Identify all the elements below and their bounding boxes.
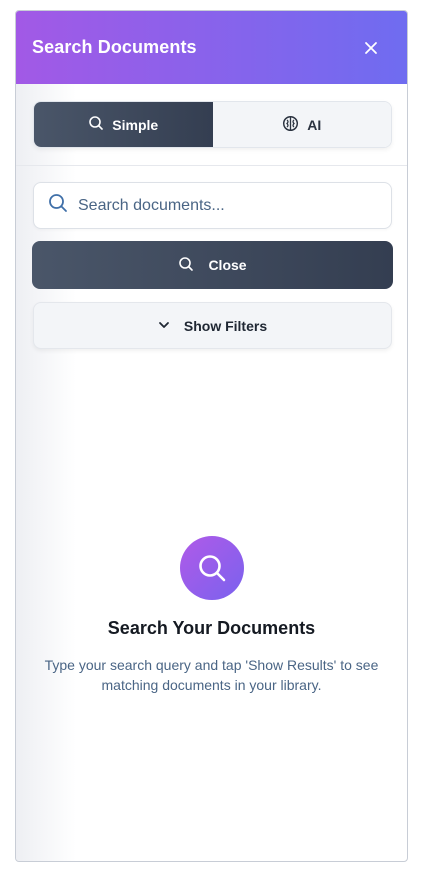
- empty-state-description: Type your search query and tap 'Show Res…: [44, 657, 379, 693]
- empty-state: Search Your Documents Type your search q…: [16, 536, 407, 695]
- search-input-container: [33, 182, 392, 229]
- tab-ai[interactable]: AI: [212, 102, 391, 147]
- search-icon: [88, 115, 104, 134]
- close-button[interactable]: Close: [32, 241, 393, 289]
- tab-ai-label: AI: [307, 116, 322, 133]
- empty-state-title: Search Your Documents: [107, 618, 316, 638]
- search-mode-tabs: Simple AI: [33, 101, 392, 148]
- chevron-down-icon: [158, 318, 170, 334]
- search-icon: [179, 536, 244, 600]
- show-filters-label: Show Filters: [183, 317, 268, 334]
- panel-header: Search Documents: [16, 11, 407, 84]
- close-icon[interactable]: [361, 38, 381, 58]
- close-button-label: Close: [208, 257, 247, 273]
- tab-simple[interactable]: Simple: [34, 102, 213, 147]
- search-input[interactable]: [78, 196, 377, 215]
- tab-simple-label: Simple: [112, 116, 159, 133]
- search-icon: [178, 256, 194, 275]
- show-filters-button[interactable]: Show Filters: [33, 302, 392, 349]
- search-icon: [48, 193, 68, 218]
- search-documents-panel: Search Documents Simple AI Search docume…: [15, 10, 408, 862]
- search-mode-section: Simple AI: [16, 84, 407, 166]
- brain-icon: [282, 115, 299, 135]
- panel-title: Search Documents: [32, 37, 197, 57]
